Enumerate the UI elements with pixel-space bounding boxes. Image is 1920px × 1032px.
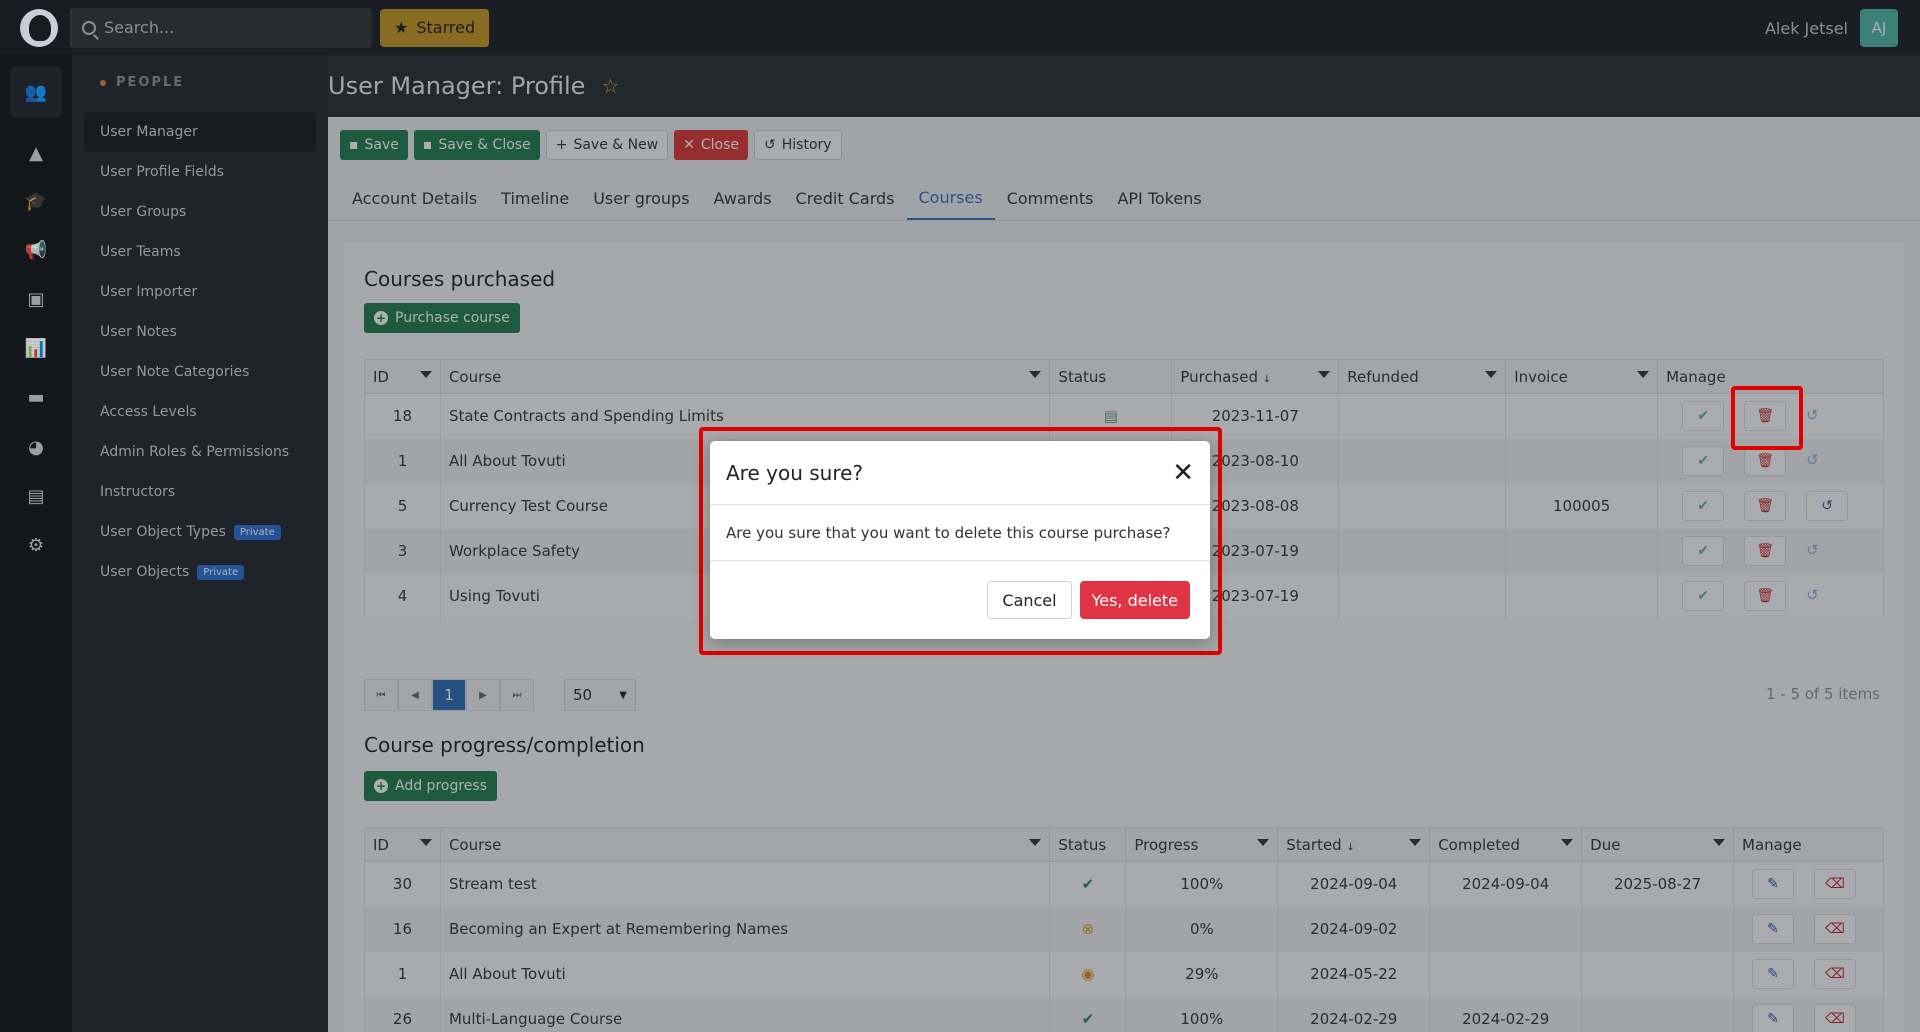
modal-backdrop-rail[interactable] [0,55,72,1032]
dialog-message: Are you sure that you want to delete thi… [710,505,1210,561]
dialog-header: Are you sure? ✕ [710,441,1210,505]
confirm-delete-button[interactable]: Yes, delete [1079,581,1190,619]
dialog-footer: Cancel Yes, delete [710,561,1210,639]
cancel-button[interactable]: Cancel [987,581,1072,619]
logo-icon[interactable] [20,8,58,47]
dialog-title: Are you sure? [726,460,864,485]
close-icon[interactable]: ✕ [1172,460,1194,486]
confirm-delete-dialog: Are you sure? ✕ Are you sure that you wa… [710,441,1210,639]
trash-highlight-box [1731,386,1803,450]
